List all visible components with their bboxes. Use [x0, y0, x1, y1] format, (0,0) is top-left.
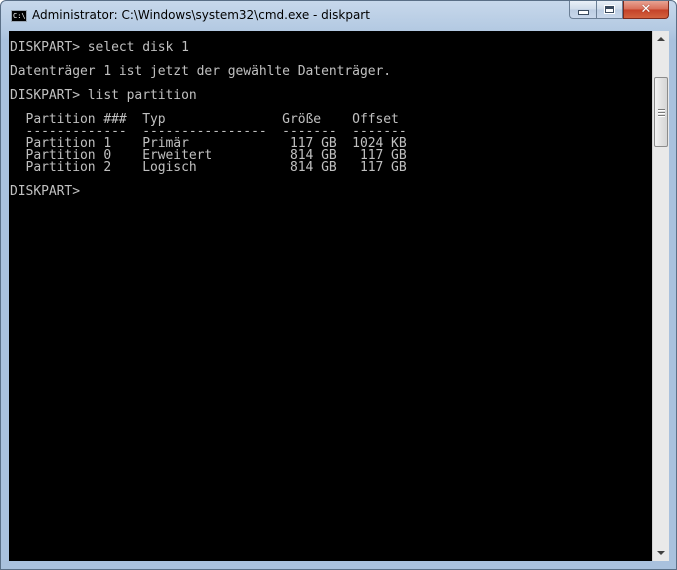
grip-line: [657, 114, 665, 116]
console-line: DISKPART> select disk 1: [10, 40, 189, 55]
close-icon: ✕: [640, 2, 652, 17]
close-button[interactable]: ✕: [623, 1, 669, 19]
scroll-down-button[interactable]: [653, 545, 669, 561]
cmd-app-icon[interactable]: C:\: [11, 10, 27, 22]
scroll-up-arrow-icon: [657, 37, 665, 41]
scroll-up-button[interactable]: [653, 31, 669, 47]
caption-buttons: ✕: [569, 1, 669, 20]
title-bar[interactable]: C:\ Administrator: C:\Windows\system32\c…: [1, 1, 676, 31]
minimize-icon: [577, 10, 589, 15]
grip-line: [657, 111, 665, 113]
console-line: Partition 2 Logisch 814 GB 117 GB: [10, 160, 407, 175]
maximize-button[interactable]: [596, 1, 623, 19]
console-output[interactable]: DISKPART> select disk 1 Datenträger 1 ist…: [9, 31, 652, 561]
console-line: DISKPART> list partition: [10, 88, 197, 103]
scroll-down-arrow-icon: [657, 551, 665, 555]
maximize-icon: [604, 5, 615, 14]
grip-line: [657, 108, 665, 110]
scrollbar-thumb[interactable]: [654, 77, 668, 147]
minimize-button[interactable]: [569, 1, 596, 19]
console-window: C:\ Administrator: C:\Windows\system32\c…: [0, 0, 677, 570]
console-line: Datenträger 1 ist jetzt der gewählte Dat…: [10, 64, 392, 79]
console-text: DISKPART> select disk 1 Datenträger 1 ist…: [10, 40, 407, 199]
vertical-scrollbar[interactable]: [652, 31, 669, 561]
console-line: DISKPART>: [10, 184, 88, 199]
window-title: Administrator: C:\Windows\system32\cmd.e…: [32, 8, 370, 22]
